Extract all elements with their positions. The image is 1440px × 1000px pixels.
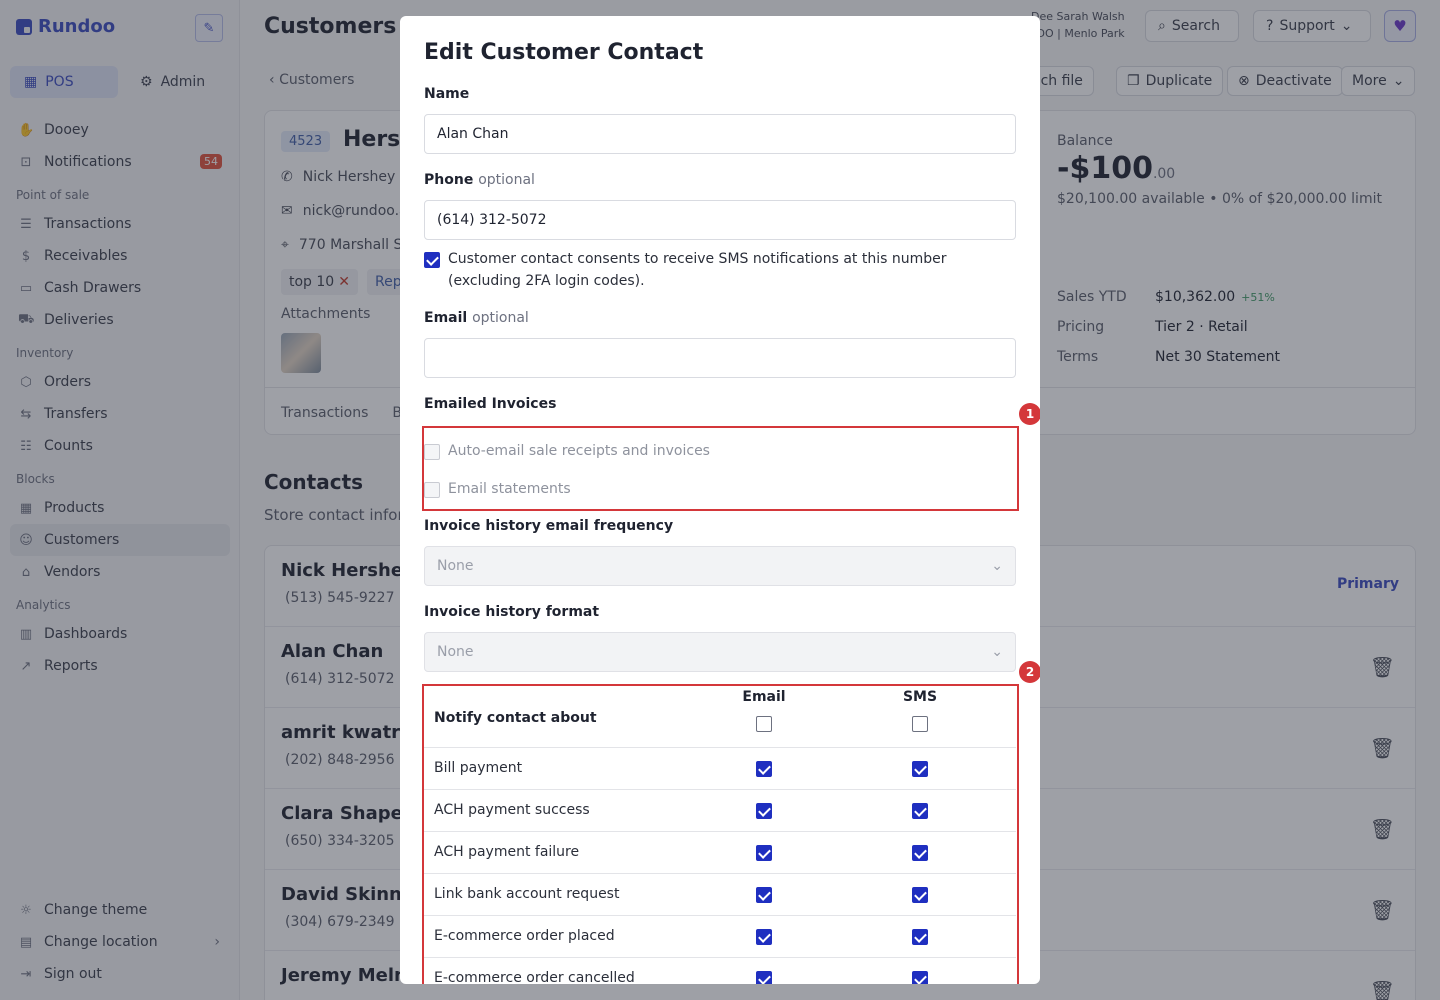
annotation-marker-2: 2 [1019, 661, 1040, 683]
email-statements-row[interactable]: Email statements [424, 478, 571, 500]
history-frequency-value: None [437, 558, 474, 574]
auto-email-checkbox[interactable] [424, 444, 440, 460]
phone-label: Phone optional [424, 172, 535, 188]
email-input[interactable] [424, 338, 1016, 378]
annotation-marker-1: 1 [1019, 403, 1040, 425]
modal-title: Edit Customer Contact [424, 40, 704, 65]
optional-hint: optional [478, 172, 535, 188]
optional-hint: optional [472, 310, 529, 326]
phone-input[interactable]: (614) 312-5072 [424, 200, 1016, 240]
sms-consent-label: Customer contact consents to receive SMS… [448, 251, 947, 289]
history-format-value: None [437, 644, 474, 660]
history-format-label: Invoice history format [424, 604, 600, 620]
history-format-select[interactable]: None ⌄ [424, 632, 1016, 672]
history-frequency-select[interactable]: None ⌄ [424, 546, 1016, 586]
email-statements-label: Email statements [448, 481, 571, 497]
highlight-box-2 [422, 684, 1019, 984]
auto-email-label: Auto-email sale receipts and invoices [448, 443, 710, 459]
chevron-down-icon: ⌄ [991, 558, 1003, 574]
history-frequency-label: Invoice history email frequency [424, 518, 674, 534]
email-label-text: Email [424, 310, 468, 326]
emailed-invoices-label: Emailed Invoices [424, 396, 557, 412]
name-input[interactable]: Alan Chan [424, 114, 1016, 154]
name-label: Name [424, 86, 470, 102]
email-label: Email optional [424, 310, 529, 326]
chevron-down-icon: ⌄ [991, 644, 1003, 660]
email-statements-checkbox[interactable] [424, 482, 440, 498]
sms-consent-row[interactable]: Customer contact consents to receive SMS… [424, 248, 1016, 292]
sms-consent-checkbox[interactable] [424, 252, 440, 268]
phone-label-text: Phone [424, 172, 474, 188]
edit-contact-modal: Edit Customer Contact Name Alan Chan Pho… [400, 16, 1040, 984]
auto-email-row[interactable]: Auto-email sale receipts and invoices [424, 440, 710, 462]
